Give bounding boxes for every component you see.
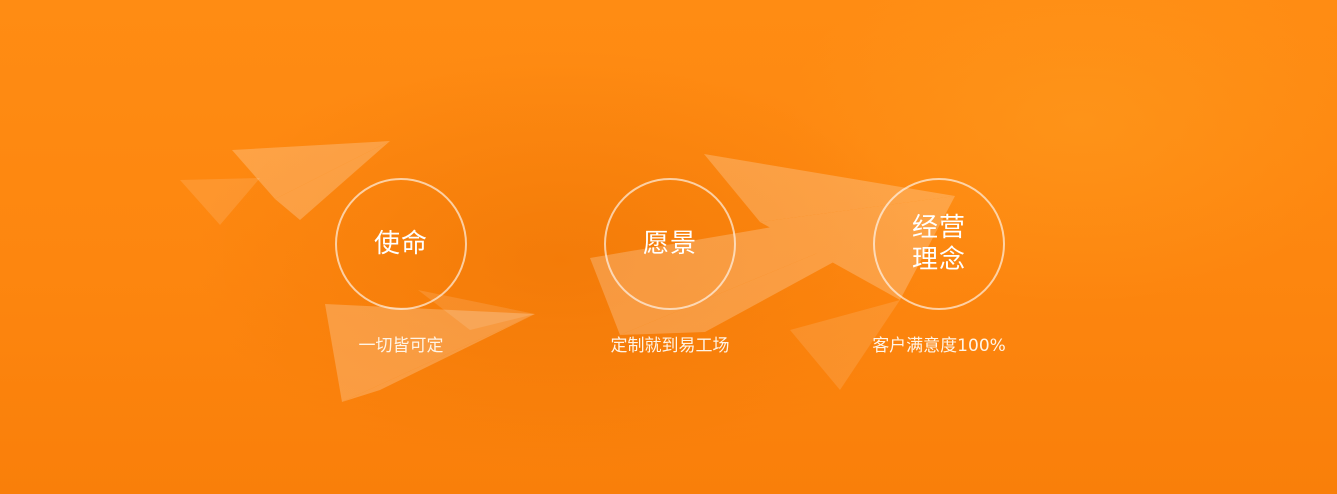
philosophy-title: 经营理念 [911,213,966,275]
vision-subtitle: 定制就到易工场 [610,336,730,356]
mission-subtitle: 一切皆可定 [358,336,444,356]
vision-circle: 愿景 [604,178,736,310]
value-philosophy: 经营理念 客户满意度100% [809,178,1069,357]
philosophy-subtitle: 客户满意度100% [872,336,1006,356]
value-vision: 愿景 定制就到易工场 [540,178,800,357]
vision-title: 愿景 [642,229,697,259]
philosophy-circle: 经营理念 [873,178,1005,310]
value-mission: 使命 一切皆可定 [271,178,531,357]
mission-title: 使命 [373,229,428,259]
values-banner: 使命 一切皆可定 愿景 定制就到易工场 经营理念 客户满意度100% [0,0,1337,494]
mission-circle: 使命 [335,178,467,310]
